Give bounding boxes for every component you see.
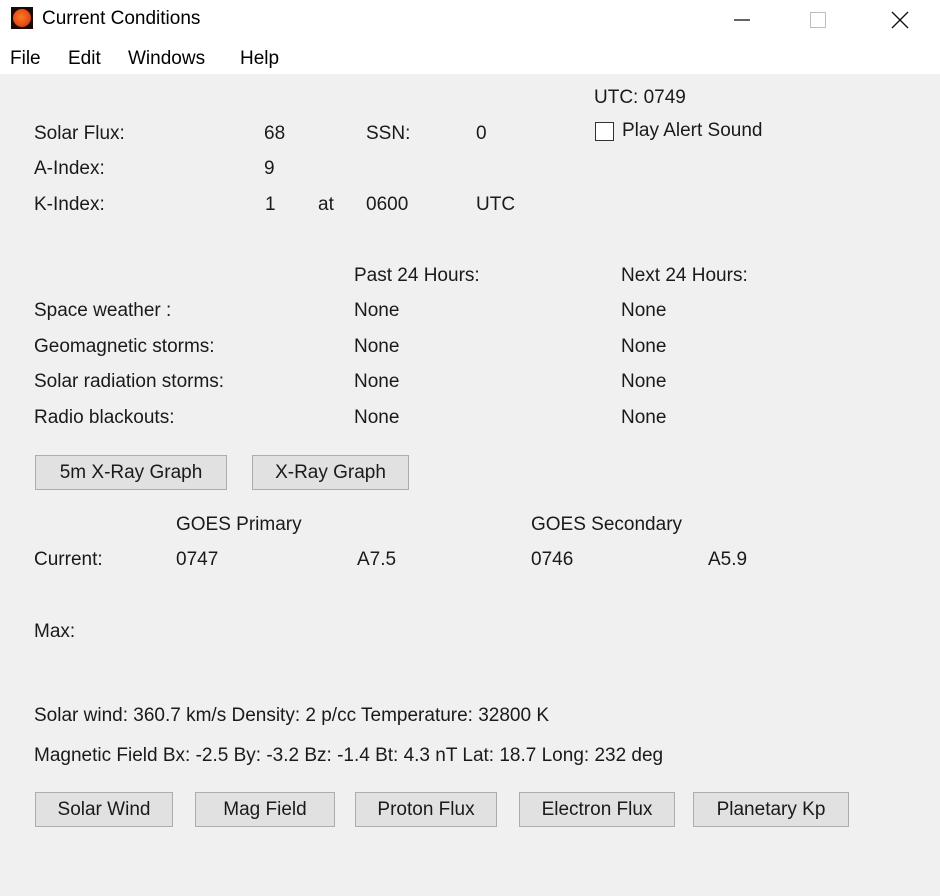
close-icon bbox=[891, 11, 909, 29]
event-label: Geomagnetic storms: bbox=[34, 336, 215, 357]
play-alert-sound-checkbox[interactable] bbox=[595, 122, 614, 141]
past-24-hours-header: Past 24 Hours: bbox=[354, 265, 480, 286]
proton-flux-button[interactable]: Proton Flux bbox=[355, 792, 497, 827]
goes-secondary-time: 0746 bbox=[531, 549, 574, 570]
solar-wind-readout: Solar wind: 360.7 km/s Density: 2 p/cc T… bbox=[34, 705, 550, 726]
magnetic-field-readout: Magnetic Field Bx: -2.5 By: -3.2 Bz: -1.… bbox=[34, 745, 664, 766]
electron-flux-button[interactable]: Electron Flux bbox=[519, 792, 675, 827]
minimize-icon bbox=[734, 19, 750, 21]
menu-edit[interactable]: Edit bbox=[68, 48, 101, 70]
mag-field-button[interactable]: Mag Field bbox=[195, 792, 335, 827]
play-alert-sound-label[interactable]: Play Alert Sound bbox=[622, 120, 762, 142]
event-next: None bbox=[621, 371, 667, 392]
xray-graph-button[interactable]: X-Ray Graph bbox=[252, 455, 409, 490]
event-label: Space weather : bbox=[34, 300, 172, 321]
event-next: None bbox=[621, 300, 667, 321]
maximize-icon bbox=[810, 12, 826, 28]
window-title: Current Conditions bbox=[42, 8, 201, 29]
solar-flux-label: Solar Flux: bbox=[34, 123, 125, 144]
goes-primary-header: GOES Primary bbox=[176, 514, 302, 535]
event-past: None bbox=[354, 407, 400, 428]
close-button[interactable] bbox=[870, 0, 930, 40]
solar-wind-button[interactable]: Solar Wind bbox=[35, 792, 173, 827]
next-24-hours-header: Next 24 Hours: bbox=[621, 265, 748, 286]
goes-current-label: Current: bbox=[34, 549, 103, 570]
minimize-button[interactable] bbox=[712, 0, 772, 40]
maximize-button[interactable] bbox=[788, 0, 848, 40]
menu-file[interactable]: File bbox=[10, 48, 41, 70]
k-index-timezone: UTC bbox=[476, 194, 516, 215]
menu-bar: File Edit Windows Help bbox=[0, 40, 940, 74]
a-index-label: A-Index: bbox=[34, 158, 105, 179]
k-index-at-label: at bbox=[318, 194, 334, 215]
goes-max-label: Max: bbox=[34, 621, 76, 642]
k-index-value: 1 bbox=[265, 194, 276, 215]
planetary-kp-button[interactable]: Planetary Kp bbox=[693, 792, 849, 827]
event-past: None bbox=[354, 371, 400, 392]
goes-secondary-header: GOES Secondary bbox=[531, 514, 683, 535]
k-index-label: K-Index: bbox=[34, 194, 105, 215]
goes-secondary-class: A5.9 bbox=[708, 549, 748, 570]
a-index-value: 9 bbox=[264, 158, 275, 179]
k-index-time: 0600 bbox=[366, 194, 409, 215]
title-bar: Current Conditions bbox=[0, 0, 940, 40]
goes-primary-time: 0747 bbox=[176, 549, 219, 570]
solar-flux-value: 68 bbox=[264, 123, 286, 144]
5m-xray-graph-button[interactable]: 5m X-Ray Graph bbox=[35, 455, 227, 490]
utc-clock: UTC: 0749 bbox=[594, 87, 686, 108]
menu-help[interactable]: Help bbox=[240, 48, 279, 70]
goes-primary-class: A7.5 bbox=[357, 549, 397, 570]
menu-windows[interactable]: Windows bbox=[128, 48, 205, 70]
event-label: Solar radiation storms: bbox=[34, 371, 225, 392]
event-past: None bbox=[354, 336, 400, 357]
ssn-label: SSN: bbox=[366, 123, 411, 144]
sun-icon bbox=[11, 7, 33, 29]
event-next: None bbox=[621, 336, 667, 357]
event-next: None bbox=[621, 407, 667, 428]
event-label: Radio blackouts: bbox=[34, 407, 175, 428]
ssn-value: 0 bbox=[476, 123, 487, 144]
event-past: None bbox=[354, 300, 400, 321]
